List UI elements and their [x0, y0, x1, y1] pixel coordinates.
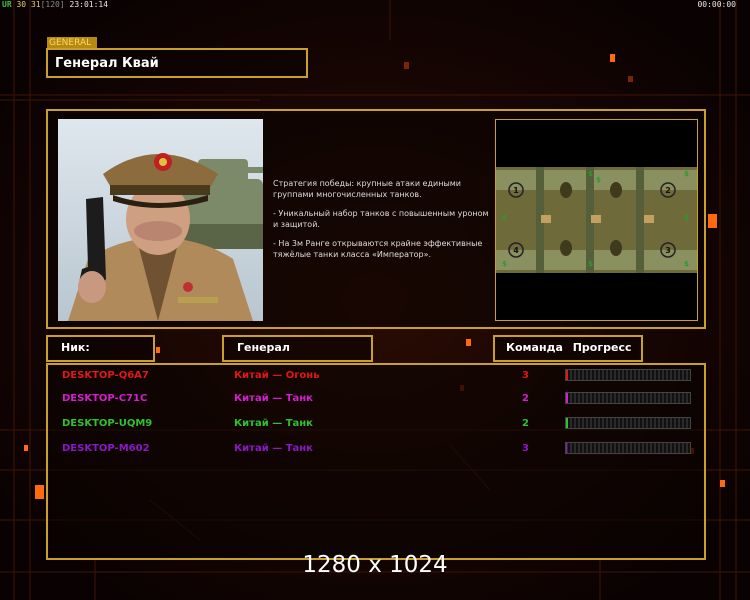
- player-nick: DESKTOP-M602: [62, 443, 150, 454]
- player-progress-bar: [565, 392, 691, 404]
- players-panel: DESKTOP-Q6A7 Китай — Огонь 3 DESKTOP-C71…: [46, 363, 706, 560]
- map-slot-1: 1: [513, 186, 519, 195]
- resolution-label: 1280 x 1024: [302, 552, 448, 578]
- header-general: Генерал: [222, 335, 373, 362]
- map-slot-4: 4: [513, 246, 519, 255]
- general-portrait-image: [58, 119, 263, 321]
- map-slot-3: 3: [665, 246, 671, 255]
- svg-text:$: $: [502, 260, 507, 268]
- svg-text:$: $: [596, 176, 601, 184]
- general-portrait: [58, 119, 263, 321]
- player-progress-fill: [566, 418, 569, 428]
- player-progress-fill: [566, 370, 569, 380]
- player-general: Китай — Огонь: [234, 370, 320, 381]
- map-preview-image: $$ $$ $$ $ $ 1 2 4 3: [496, 120, 697, 320]
- hud-fps: 30: [16, 0, 27, 9]
- general-description: Стратегия победы: крупные атаки едиными …: [273, 178, 493, 268]
- svg-text:$: $: [684, 170, 689, 178]
- hud-clock: 23:01:14: [69, 0, 109, 9]
- general-title-box: Генерал Квай: [46, 48, 308, 78]
- player-nick: DESKTOP-UQM9: [62, 418, 153, 429]
- map-slot-2: 2: [665, 186, 671, 195]
- header-progress: Прогресс: [572, 341, 632, 354]
- description-line-2: - Уникальный набор танков с повышенным у…: [273, 209, 489, 229]
- description-line-1: Стратегия победы: крупные атаки едиными …: [273, 179, 461, 199]
- player-progress-bar: [565, 442, 691, 454]
- player-row: DESKTOP-Q6A7 Китай — Огонь 3: [48, 367, 704, 387]
- player-progress-bar: [565, 369, 691, 381]
- hud-num2: 31: [30, 0, 41, 9]
- player-nick: DESKTOP-C71C: [62, 393, 148, 404]
- header-team-progress: Команда Прогресс: [493, 335, 643, 362]
- player-team: 3: [522, 370, 529, 381]
- player-team: 3: [522, 443, 529, 454]
- player-row: DESKTOP-UQM9 Китай — Танк 2: [48, 415, 704, 435]
- player-general: Китай — Танк: [234, 393, 313, 404]
- hud-timer: 00:00:00: [697, 0, 736, 9]
- player-progress-fill: [566, 443, 567, 453]
- player-team: 2: [522, 418, 529, 429]
- general-info-panel: Стратегия победы: крупные атаки едиными …: [46, 109, 706, 329]
- svg-text:$: $: [684, 214, 689, 222]
- map-preview: $ $ $ $ $ $ $ $ 1 2 4 3: [495, 119, 698, 321]
- player-nick: DESKTOP-Q6A7: [62, 370, 149, 381]
- player-team: 2: [522, 393, 529, 404]
- hud-paren: [120]: [40, 0, 65, 9]
- player-progress-fill: [566, 393, 569, 403]
- player-row: DESKTOP-C71C Китай — Танк 2: [48, 390, 704, 410]
- header-nick: Ник:: [46, 335, 155, 362]
- hud-ur-label: UR: [2, 0, 12, 9]
- svg-text:$: $: [588, 260, 593, 268]
- player-progress-bar: [565, 417, 691, 429]
- player-general: Китай — Танк: [234, 418, 313, 429]
- svg-text:$: $: [502, 214, 507, 222]
- description-line-3: - На 3м Ранге открываются крайне эффекти…: [273, 239, 483, 259]
- svg-text:$: $: [684, 260, 689, 268]
- svg-text:$: $: [588, 170, 593, 178]
- general-name: Генерал Квай: [55, 56, 159, 71]
- header-team: Команда: [506, 341, 563, 354]
- player-row: DESKTOP-M602 Китай — Танк 3: [48, 440, 704, 460]
- player-general: Китай — Танк: [234, 443, 313, 454]
- hud-stats: UR 30 31[120] 23:01:14: [2, 0, 108, 9]
